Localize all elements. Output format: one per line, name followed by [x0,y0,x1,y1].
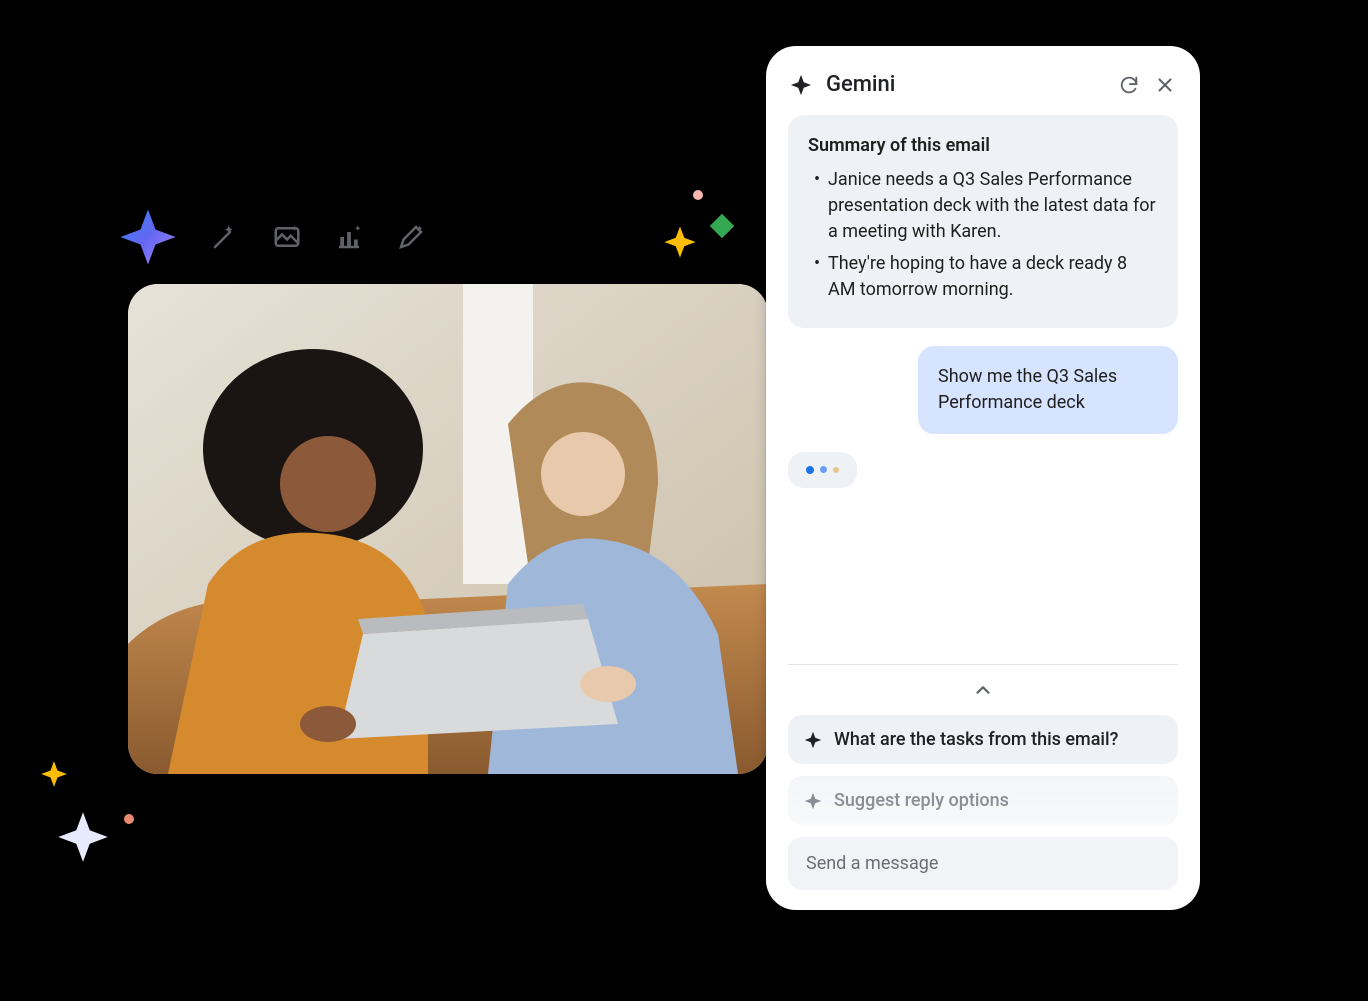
magic-wand-icon[interactable] [210,222,240,252]
sparkle-icon [804,792,822,810]
ai-toolbar [118,207,426,267]
message-input[interactable]: Send a message [788,837,1178,890]
panel-header: Gemini [788,68,1178,115]
summary-list: Janice needs a Q3 Sales Performance pres… [808,167,1158,303]
typing-indicator [788,452,857,488]
green-diamond-icon [709,213,735,239]
panel-body: Summary of this email Janice needs a Q3 … [788,115,1178,664]
suggestion-label: What are the tasks from this email? [834,729,1118,750]
typing-dot [833,467,839,473]
suggestion-tasks[interactable]: What are the tasks from this email? [788,715,1178,764]
summary-item: Janice needs a Q3 Sales Performance pres… [808,167,1158,245]
chart-sparkle-icon[interactable] [334,222,364,252]
chevron-up-icon[interactable] [972,679,994,701]
refresh-icon[interactable] [1118,74,1140,96]
suggestion-reply-options[interactable]: Suggest reply options [788,776,1178,825]
summary-item: They're hoping to have a deck ready 8 AM… [808,251,1158,303]
yellow-sparkle-icon [40,760,68,788]
typing-dot [820,466,827,473]
yellow-sparkle-icon [663,225,697,259]
close-icon[interactable] [1154,74,1176,96]
image-sparkle-icon[interactable] [272,222,302,252]
panel-footer: What are the tasks from this email? Sugg… [788,664,1178,890]
sparkle-icon [118,207,178,267]
pencil-sparkle-icon[interactable] [396,222,426,252]
lavender-sparkle-icon [56,810,110,864]
user-message-bubble: Show me the Q3 Sales Performance deck [918,346,1178,434]
panel-title: Gemini [826,72,1104,97]
typing-dot [806,466,814,474]
sparkle-icon [804,731,822,749]
pink-dot-icon [693,190,703,200]
input-placeholder: Send a message [806,853,938,874]
hero-photo [128,284,768,774]
summary-heading: Summary of this email [808,133,1158,159]
coral-dot-icon [124,814,134,824]
ai-summary-bubble: Summary of this email Janice needs a Q3 … [788,115,1178,328]
gemini-sparkle-icon [790,74,812,96]
gemini-panel: Gemini Summary of this email Janice need… [766,46,1200,910]
suggestion-label: Suggest reply options [834,790,1009,811]
